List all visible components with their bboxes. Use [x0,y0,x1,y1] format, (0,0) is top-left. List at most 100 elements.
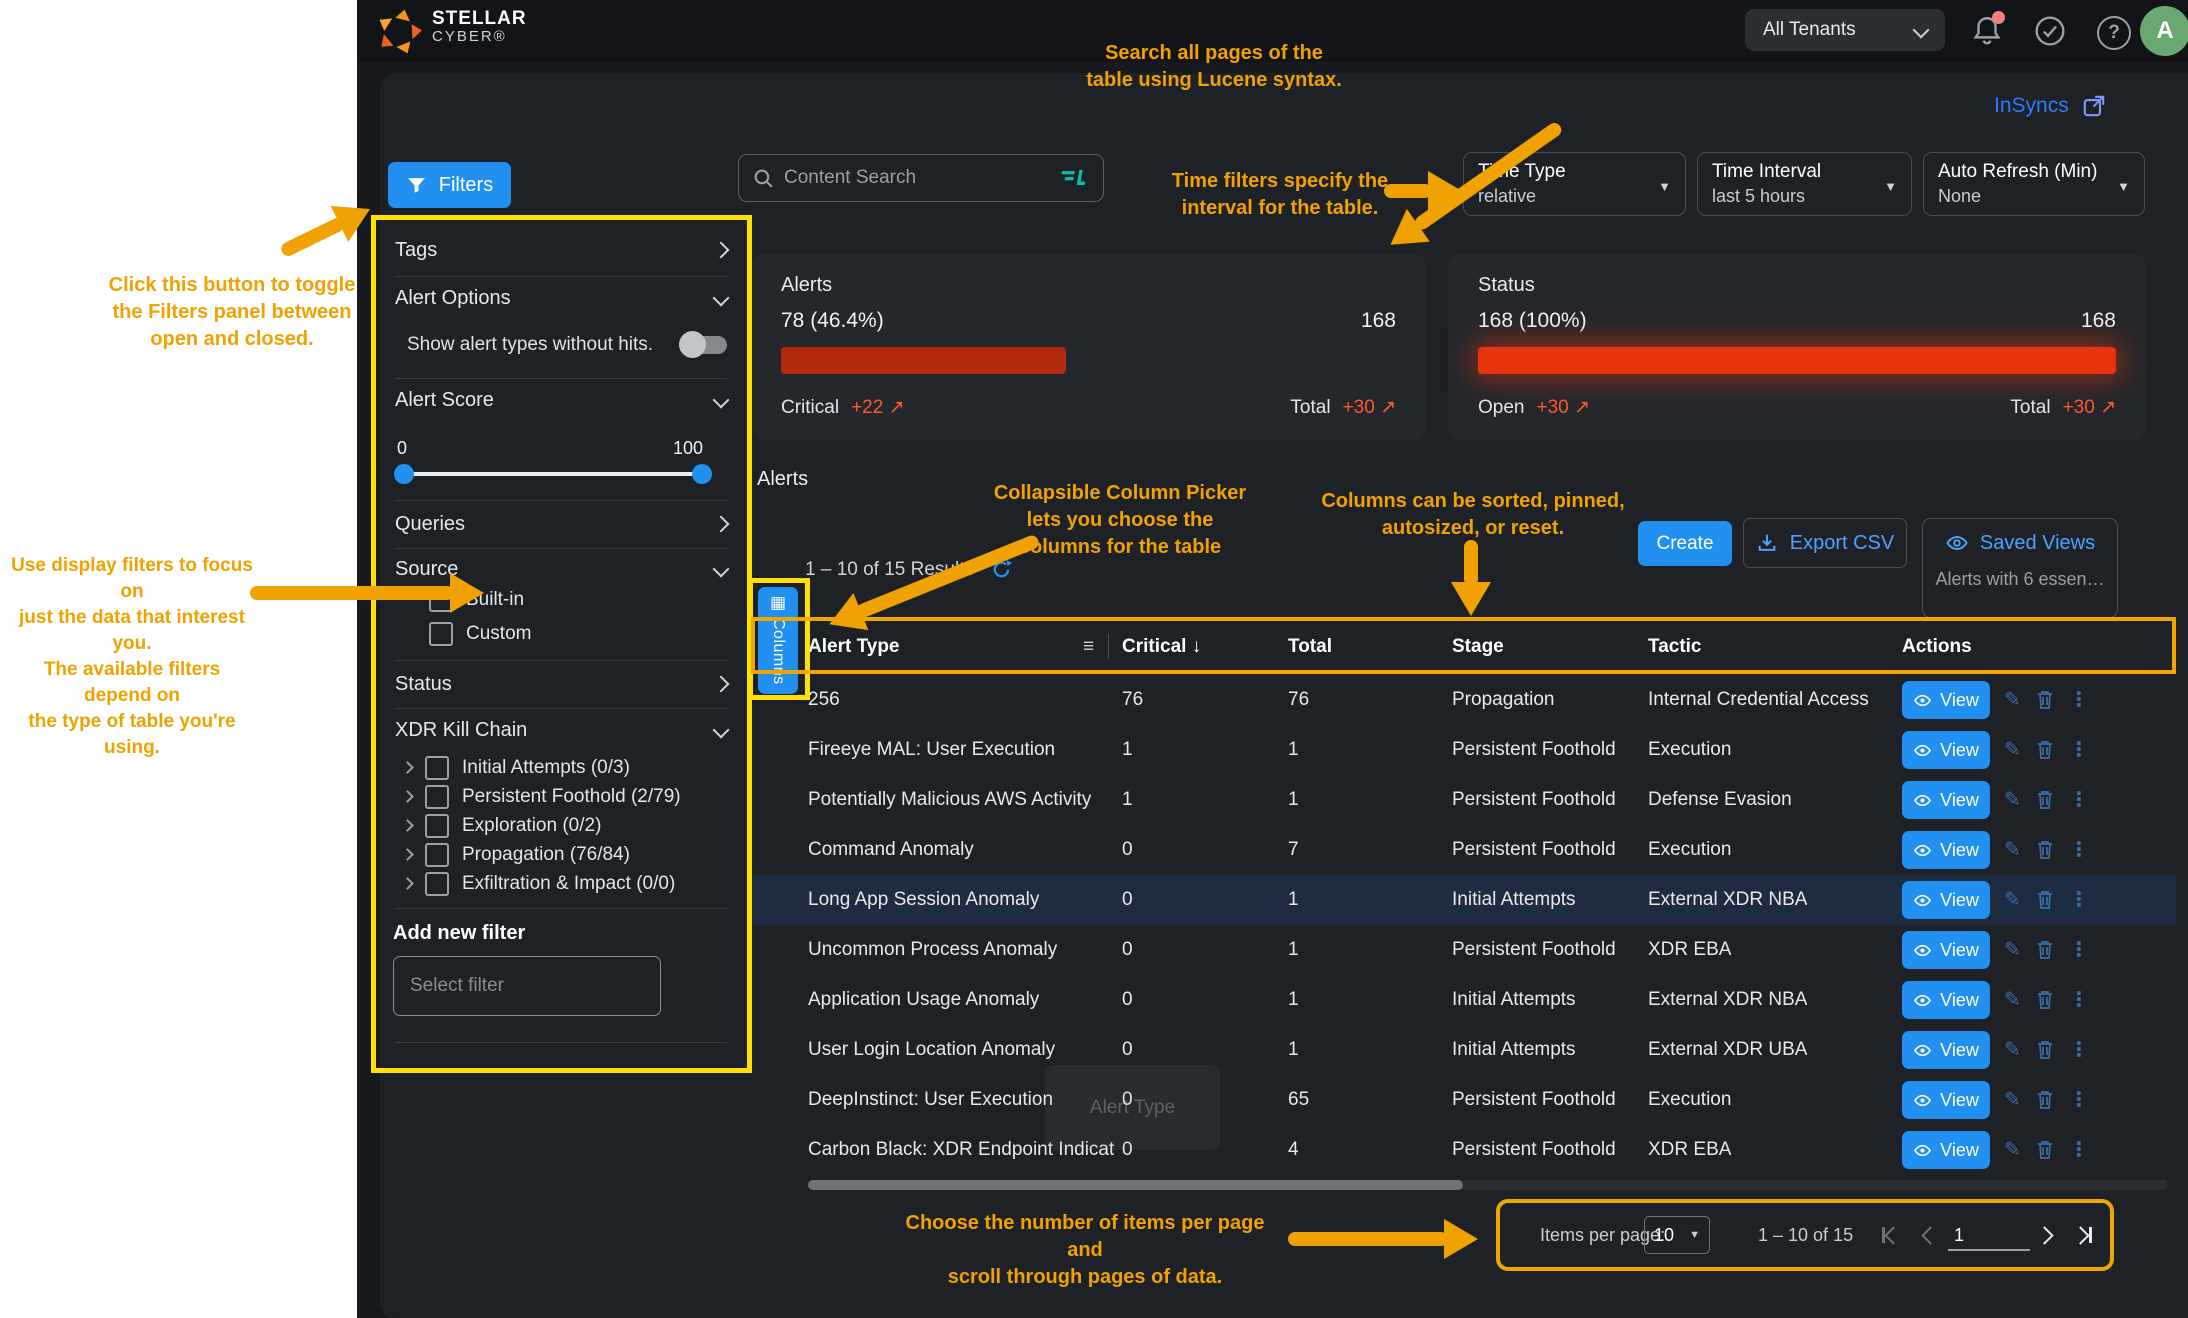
table-row[interactable]: 256 76 76 Propagation Internal Credentia… [751,675,2176,725]
horizontal-scrollbar[interactable] [808,1180,2168,1190]
view-button[interactable]: View [1902,731,1990,769]
kill-chain-item[interactable]: Persistent Foothold (2/79) [403,786,681,807]
source-option-custom[interactable]: Custom [429,622,531,646]
delete-icon[interactable] [2035,1039,2055,1061]
delete-icon[interactable] [2035,739,2055,761]
checkbox-icon[interactable] [425,872,449,896]
more-actions-icon[interactable]: ⋮ [2069,988,2089,1012]
kill-chain-item[interactable]: Exfiltration & Impact (0/0) [403,873,681,894]
table-row[interactable]: Uncommon Process Anomaly 0 1 Persistent … [751,925,2176,975]
edit-icon[interactable]: ✎ [2004,938,2021,962]
kill-chain-item[interactable]: Initial Attempts (0/3) [403,757,681,778]
view-button[interactable]: View [1902,681,1990,719]
create-button[interactable]: Create [1638,521,1732,566]
column-header-total[interactable]: Total [1288,619,1332,674]
expand-chevron-icon[interactable] [401,761,414,774]
table-row[interactable]: DeepInstinct: User Execution 0 65 Persis… [751,1075,2176,1125]
more-actions-icon[interactable]: ⋮ [2069,688,2089,712]
scrollbar-thumb[interactable] [808,1180,1463,1190]
page-number-input[interactable]: 1 [1948,1221,2030,1251]
tenant-selector[interactable]: All Tenants [1745,9,1945,51]
table-row[interactable]: Command Anomaly 0 7 Persistent Foothold … [751,825,2176,875]
delete-icon[interactable] [2035,889,2055,911]
previous-page-button[interactable] [1924,1199,1937,1271]
view-button[interactable]: View [1902,831,1990,869]
delete-icon[interactable] [2035,689,2055,711]
delete-icon[interactable] [2035,789,2055,811]
show-alert-types-toggle[interactable] [683,336,727,354]
filter-section-alert-score[interactable]: Alert Score [395,382,727,418]
table-row[interactable]: Potentially Malicious AWS Activity 1 1 P… [751,775,2176,825]
edit-icon[interactable]: ✎ [2004,1088,2021,1112]
insyncs-link[interactable]: InSyncs [1994,93,2107,119]
delete-icon[interactable] [2035,939,2055,961]
slider-thumb-min[interactable] [394,464,414,484]
checkbox-icon[interactable] [425,785,449,809]
edit-icon[interactable]: ✎ [2004,1038,2021,1062]
slider-thumb-max[interactable] [692,464,712,484]
edit-icon[interactable]: ✎ [2004,1138,2021,1162]
view-button[interactable]: View [1902,781,1990,819]
last-page-button[interactable] [2074,1199,2092,1271]
table-row[interactable]: Carbon Black: XDR Endpoint Indicato 0 4 … [751,1125,2176,1175]
filter-section-kill-chain[interactable]: XDR Kill Chain [395,712,727,748]
expand-chevron-icon[interactable] [401,848,414,861]
more-actions-icon[interactable]: ⋮ [2069,738,2089,762]
more-actions-icon[interactable]: ⋮ [2069,838,2089,862]
more-actions-icon[interactable]: ⋮ [2069,1138,2089,1162]
saved-views-button[interactable]: Saved Views Alerts with 6 essen… [1922,518,2118,618]
filter-section-source[interactable]: Source [395,551,727,587]
column-header-tactic[interactable]: Tactic [1648,619,1702,674]
delete-icon[interactable] [2035,989,2055,1011]
checkbox-icon[interactable] [425,814,449,838]
edit-icon[interactable]: ✎ [2004,988,2021,1012]
next-page-button[interactable] [2038,1199,2051,1271]
view-button[interactable]: View [1902,981,1990,1019]
filters-toggle-button[interactable]: Filters [388,162,511,208]
auto-refresh-dropdown[interactable]: Auto Refresh (Min) None ▼ [1923,152,2145,216]
table-row[interactable]: Fireeye MAL: User Execution 1 1 Persiste… [751,725,2176,775]
content-search-input[interactable]: Content Search [738,154,1104,202]
checkbox-icon[interactable] [425,843,449,867]
expand-chevron-icon[interactable] [401,819,414,832]
kill-chain-item[interactable]: Exploration (0/2) [403,815,681,836]
more-actions-icon[interactable]: ⋮ [2069,1038,2089,1062]
column-header-stage[interactable]: Stage [1452,619,1504,674]
expand-chevron-icon[interactable] [401,877,414,890]
table-row[interactable]: User Login Location Anomaly 0 1 Initial … [751,1025,2176,1075]
more-actions-icon[interactable]: ⋮ [2069,788,2089,812]
select-filter-input[interactable]: Select filter [393,956,661,1016]
view-button[interactable]: View [1902,881,1990,919]
delete-icon[interactable] [2035,1139,2055,1161]
edit-icon[interactable]: ✎ [2004,838,2021,862]
first-page-button[interactable] [1882,1199,1900,1271]
items-per-page-select[interactable]: 10 ▼ [1644,1216,1710,1254]
time-interval-dropdown[interactable]: Time Interval last 5 hours ▼ [1697,152,1912,216]
delete-icon[interactable] [2035,1089,2055,1111]
more-actions-icon[interactable]: ⋮ [2069,938,2089,962]
filter-section-queries[interactable]: Queries [395,506,727,542]
view-button[interactable]: View [1902,1131,1990,1169]
view-button[interactable]: View [1902,1081,1990,1119]
more-actions-icon[interactable]: ⋮ [2069,888,2089,912]
tasks-button[interactable] [2033,14,2067,48]
checkbox-icon[interactable] [425,756,449,780]
user-avatar[interactable]: A [2140,6,2188,56]
alert-score-slider[interactable] [403,472,703,476]
filter-section-status[interactable]: Status [395,666,727,702]
delete-icon[interactable] [2035,839,2055,861]
column-menu-icon[interactable]: ≡ [1083,619,1094,674]
edit-icon[interactable]: ✎ [2004,888,2021,912]
more-actions-icon[interactable]: ⋮ [2069,1088,2089,1112]
column-header-critical[interactable]: Critical ↓ [1122,619,1201,674]
view-button[interactable]: View [1902,931,1990,969]
lucene-syntax-icon[interactable] [1059,166,1089,190]
filter-section-alert-options[interactable]: Alert Options [395,280,727,316]
table-row[interactable]: Application Usage Anomaly 0 1 Initial At… [751,975,2176,1025]
kill-chain-item[interactable]: Propagation (76/84) [403,844,681,865]
view-button[interactable]: View [1902,1031,1990,1069]
notifications-button[interactable] [1970,14,2004,48]
export-csv-button[interactable]: Export CSV [1743,518,1907,568]
expand-chevron-icon[interactable] [401,790,414,803]
checkbox-icon[interactable] [429,622,453,646]
